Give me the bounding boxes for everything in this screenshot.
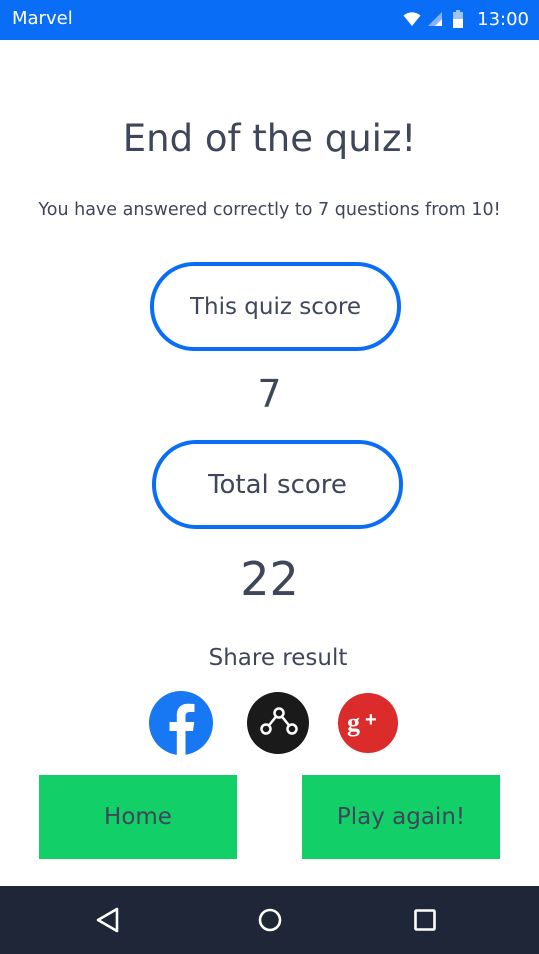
page-title: End of the quiz!: [122, 117, 417, 160]
play-again-button-label: Play again!: [336, 804, 466, 830]
total-score-value: 22: [240, 552, 299, 606]
svg-text:g: g: [347, 708, 360, 737]
wifi-icon: [403, 11, 421, 27]
signal-icon: [427, 11, 443, 27]
battery-icon: [453, 10, 464, 28]
total-score-label-badge: Total score: [152, 440, 403, 529]
quiz-score-label: This quiz score: [189, 293, 362, 320]
navigation-bar: [0, 886, 539, 954]
home-button[interactable]: Home: [39, 775, 237, 859]
quiz-score-value: 7: [257, 372, 282, 416]
facebook-icon[interactable]: [149, 691, 213, 755]
google-plus-icon[interactable]: g +: [338, 693, 398, 753]
status-time: 13:00: [477, 8, 529, 30]
home-button-label: Home: [104, 804, 172, 830]
svg-text:+: +: [365, 709, 377, 731]
share-icon[interactable]: [246, 691, 310, 755]
quiz-score-label-badge: This quiz score: [150, 262, 401, 351]
home-icon[interactable]: [254, 904, 286, 936]
share-result-label: Share result: [208, 645, 348, 671]
result-summary: You have answered correctly to 7 questio…: [38, 200, 501, 220]
status-bar: Marvel 13:00: [0, 0, 539, 40]
status-app-name: Marvel: [12, 8, 73, 29]
recent-apps-icon[interactable]: [409, 904, 441, 936]
back-icon[interactable]: [93, 904, 125, 936]
status-icons: 13:00: [403, 8, 529, 30]
total-score-label: Total score: [208, 469, 347, 500]
play-again-button[interactable]: Play again!: [302, 775, 500, 859]
